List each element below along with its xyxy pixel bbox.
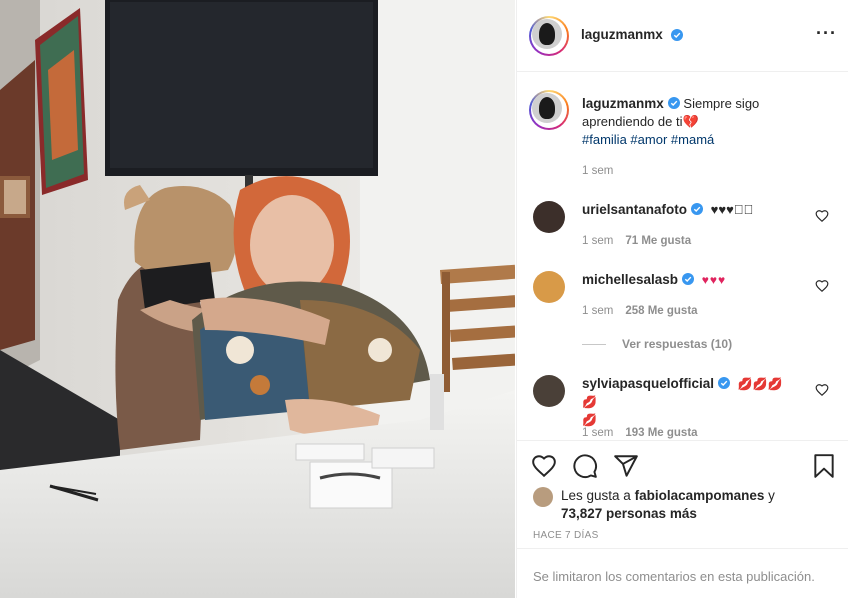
more-options-icon[interactable]: ···: [816, 24, 837, 42]
comment-time: 1 sem: [582, 305, 614, 317]
comment-meta: 1 sem 71 Me gusta: [582, 235, 691, 247]
comment-likes[interactable]: 71 Me gusta: [625, 235, 691, 247]
comment: urielsantanafoto ♥♥♥🏼🏼: [582, 201, 782, 219]
comments-list[interactable]: laguzmanmx Siempre sigo aprendiendo de t…: [517, 73, 848, 439]
comment-likes[interactable]: 258 Me gusta: [625, 305, 697, 317]
hashtag-familia[interactable]: #familia: [582, 132, 627, 147]
comment-text: ♥♥♥: [710, 202, 754, 217]
like-comment-heart-icon[interactable]: [815, 279, 829, 293]
comment-time: 1 sem: [582, 235, 614, 247]
comment-time: 1 sem: [582, 427, 614, 439]
commenter-avatar[interactable]: [533, 201, 565, 233]
caption-username[interactable]: laguzmanmx: [582, 96, 664, 111]
post-side-panel: laguzmanmx ··· laguzmanmx Siempre sigo a…: [516, 0, 848, 598]
comment: sylviapasquelofficial 💋💋💋💋 💋: [582, 375, 792, 429]
author-avatar[interactable]: [529, 16, 569, 56]
verified-badge-icon: [691, 203, 704, 215]
comment-bubble-icon[interactable]: [572, 453, 598, 479]
comments-limited-footer: Se limitaron los comentarios en esta pub…: [517, 548, 848, 598]
comment-username[interactable]: sylviapasquelofficial: [582, 376, 714, 391]
post-timestamp[interactable]: HACE 7 DÍAS: [533, 530, 599, 541]
hashtag-amor[interactable]: #amor: [630, 132, 667, 147]
like-heart-icon[interactable]: [531, 453, 557, 479]
likes-summary: Les gusta a fabiolacampomanes y 73,827 p…: [533, 487, 833, 523]
comment-text-continued: 💋: [582, 413, 597, 427]
save-bookmark-icon[interactable]: [811, 453, 837, 479]
comment: michellesalasb ♥♥♥: [582, 271, 782, 289]
post-photo[interactable]: [0, 0, 515, 598]
post-header: laguzmanmx ···: [517, 0, 848, 72]
verified-badge-icon: [667, 97, 680, 109]
post-actions: Les gusta a fabiolacampomanes y 73,827 p…: [517, 440, 848, 548]
verified-badge-icon: [671, 29, 683, 41]
comments-limited-notice: Se limitaron los comentarios en esta pub…: [533, 569, 815, 584]
hashtag-mama[interactable]: #mamá: [671, 132, 714, 147]
like-comment-heart-icon[interactable]: [815, 383, 829, 397]
comment-text: ♥♥♥: [701, 273, 727, 287]
liker-avatar[interactable]: [533, 487, 553, 507]
comment-meta: 1 sem 258 Me gusta: [582, 305, 698, 317]
comment-meta: 1 sem 193 Me gusta: [582, 427, 698, 439]
comment-username[interactable]: urielsantanafoto: [582, 202, 687, 217]
verified-badge-icon: [718, 377, 731, 389]
verified-badge-icon: [682, 273, 695, 285]
view-replies-button[interactable]: Ver respuestas (10): [582, 337, 732, 351]
likes-text: Les gusta a fabiolacampomanes y 73,827 p…: [561, 487, 833, 523]
comment-username[interactable]: michellesalasb: [582, 272, 678, 287]
like-comment-heart-icon[interactable]: [815, 209, 829, 223]
commenter-avatar[interactable]: [533, 375, 565, 407]
share-send-icon[interactable]: [613, 453, 639, 479]
likes-conjunction: y: [768, 488, 775, 503]
liker-username[interactable]: fabiolacampomanes: [635, 488, 765, 503]
photo-illustration: [0, 0, 515, 598]
caption-author-avatar[interactable]: [529, 90, 569, 130]
caption: laguzmanmx Siempre sigo aprendiendo de t…: [582, 95, 792, 149]
comment-likes[interactable]: 193 Me gusta: [625, 427, 697, 439]
author-username[interactable]: laguzmanmx: [581, 27, 663, 42]
commenter-avatar[interactable]: [533, 271, 565, 303]
likes-count[interactable]: 73,827 personas más: [561, 506, 697, 521]
caption-time: 1 sem: [582, 165, 614, 177]
likes-prefix: Les gusta a: [561, 488, 631, 503]
broken-heart-emoji: 💔: [682, 114, 699, 129]
